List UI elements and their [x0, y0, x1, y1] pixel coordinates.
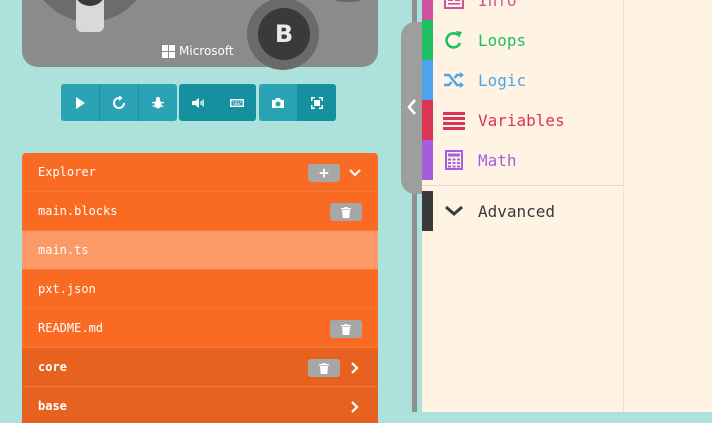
- play-icon: [76, 96, 85, 109]
- file-item-readme[interactable]: README.md: [22, 309, 378, 348]
- debug-button[interactable]: [139, 84, 177, 121]
- category-color-bar: [422, 0, 433, 20]
- file-label: main.ts: [38, 243, 89, 257]
- file-item-main-ts[interactable]: main.ts: [22, 231, 378, 270]
- category-color-bar: [422, 100, 433, 140]
- calculator-icon: [445, 150, 463, 170]
- toolbox-separator: [422, 185, 623, 186]
- explorer-header[interactable]: Explorer +: [22, 153, 378, 192]
- sim-view-group: [259, 84, 336, 121]
- play-button[interactable]: [61, 84, 100, 121]
- collapse-simulator-button[interactable]: [401, 22, 423, 194]
- mute-button[interactable]: [179, 84, 218, 121]
- keyboard-button[interactable]: [218, 84, 256, 121]
- info-icon: [444, 0, 464, 9]
- category-loops[interactable]: Loops: [422, 20, 623, 60]
- category-math[interactable]: Math: [422, 140, 623, 180]
- keyboard-icon: [230, 98, 244, 107]
- shuffle-icon: [444, 72, 464, 88]
- restart-icon: [113, 95, 125, 109]
- category-logic[interactable]: Logic: [422, 60, 623, 100]
- chevron-down-icon[interactable]: [348, 166, 362, 180]
- camera-icon: [272, 97, 284, 108]
- category-info[interactable]: Info: [422, 0, 623, 20]
- package-label: core: [38, 360, 67, 374]
- package-item-core[interactable]: core: [22, 348, 378, 387]
- simulator-device: B Microsoft: [22, 0, 378, 70]
- trash-icon: [341, 323, 351, 335]
- add-file-button[interactable]: +: [308, 164, 340, 182]
- file-label: pxt.json: [38, 282, 96, 296]
- bug-icon: [152, 96, 164, 108]
- sim-audio-group: [179, 84, 256, 121]
- file-label: README.md: [38, 321, 104, 335]
- blocks-toolbox: Info Loops Logic Variables Math Advanced: [422, 0, 624, 412]
- delete-file-button[interactable]: [330, 320, 362, 338]
- microsoft-squares-icon: [162, 44, 175, 58]
- fullscreen-icon: [311, 96, 323, 109]
- file-explorer: Explorer + main.blocks main.ts pxt.json …: [22, 153, 378, 423]
- explorer-title: Explorer: [38, 165, 96, 179]
- screenshot-button[interactable]: [259, 84, 298, 121]
- chevron-right-icon[interactable]: [348, 361, 362, 375]
- button-a-edge[interactable]: [328, 0, 368, 2]
- package-item-base[interactable]: base: [22, 387, 378, 423]
- volume-icon: [192, 97, 204, 108]
- category-label: Variables: [478, 111, 565, 130]
- category-color-bar: [422, 60, 433, 100]
- button-b[interactable]: B: [258, 8, 310, 60]
- category-label: Advanced: [478, 202, 556, 221]
- category-variables[interactable]: Variables: [422, 100, 623, 140]
- restart-button[interactable]: [100, 84, 139, 121]
- category-label: Logic: [478, 71, 527, 90]
- package-label: base: [38, 399, 67, 413]
- microsoft-logo: Microsoft: [162, 42, 234, 60]
- sim-controls-group: [61, 84, 177, 121]
- remove-package-button[interactable]: [308, 359, 340, 377]
- category-label: Math: [478, 151, 517, 170]
- trash-icon: [319, 362, 329, 374]
- category-label: Loops: [478, 31, 527, 50]
- file-label: main.blocks: [38, 204, 118, 218]
- category-advanced[interactable]: Advanced: [422, 191, 623, 231]
- category-color-bar: [422, 140, 433, 180]
- list-icon: [443, 112, 465, 130]
- delete-file-button[interactable]: [330, 203, 362, 221]
- fullscreen-button[interactable]: [298, 84, 336, 121]
- file-item-main-blocks[interactable]: main.blocks: [22, 192, 378, 231]
- category-label: Info: [478, 0, 517, 10]
- loop-icon: [445, 31, 462, 49]
- brand-text: Microsoft: [179, 44, 234, 58]
- trash-icon: [341, 206, 351, 218]
- category-color-bar: [422, 20, 433, 60]
- category-color-bar: [422, 191, 433, 231]
- chevron-left-icon: [407, 99, 416, 115]
- chevron-down-icon: [445, 205, 463, 216]
- dpad[interactable]: [30, 0, 150, 32]
- file-item-pxt-json[interactable]: pxt.json: [22, 270, 378, 309]
- blocks-workspace[interactable]: [624, 0, 712, 412]
